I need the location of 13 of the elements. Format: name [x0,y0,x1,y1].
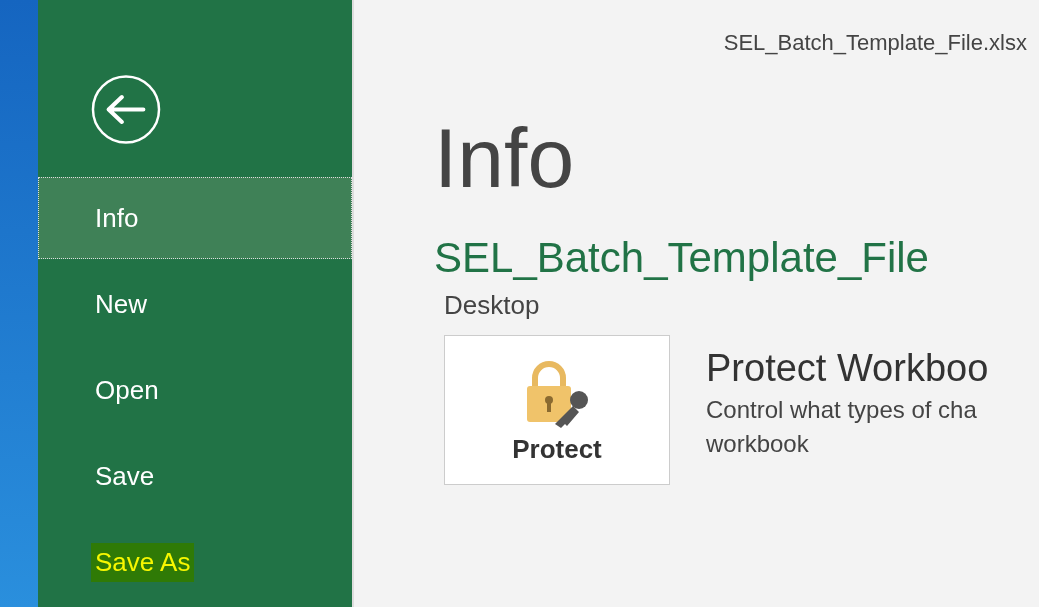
sidebar-item[interactable]: Save [38,435,352,517]
sidebar-item[interactable]: Info [38,177,352,259]
file-name: SEL_Batch_Template_File.xlsx [723,30,1027,56]
document-location: Desktop [444,290,541,321]
page-heading: Info [434,110,576,207]
protect-workbook-button[interactable]: Protect [444,335,670,485]
protect-description: Control what types of cha [706,396,978,424]
protect-workbook-title: Protect Workboo [706,347,989,390]
document-title: SEL_Batch_Template_File [434,233,930,283]
sidebar-item[interactable]: Open [38,349,352,431]
sidebar-item[interactable]: Save As [38,521,352,603]
sidebar-item[interactable]: New [38,263,352,345]
protect-description: workbook [706,430,810,458]
